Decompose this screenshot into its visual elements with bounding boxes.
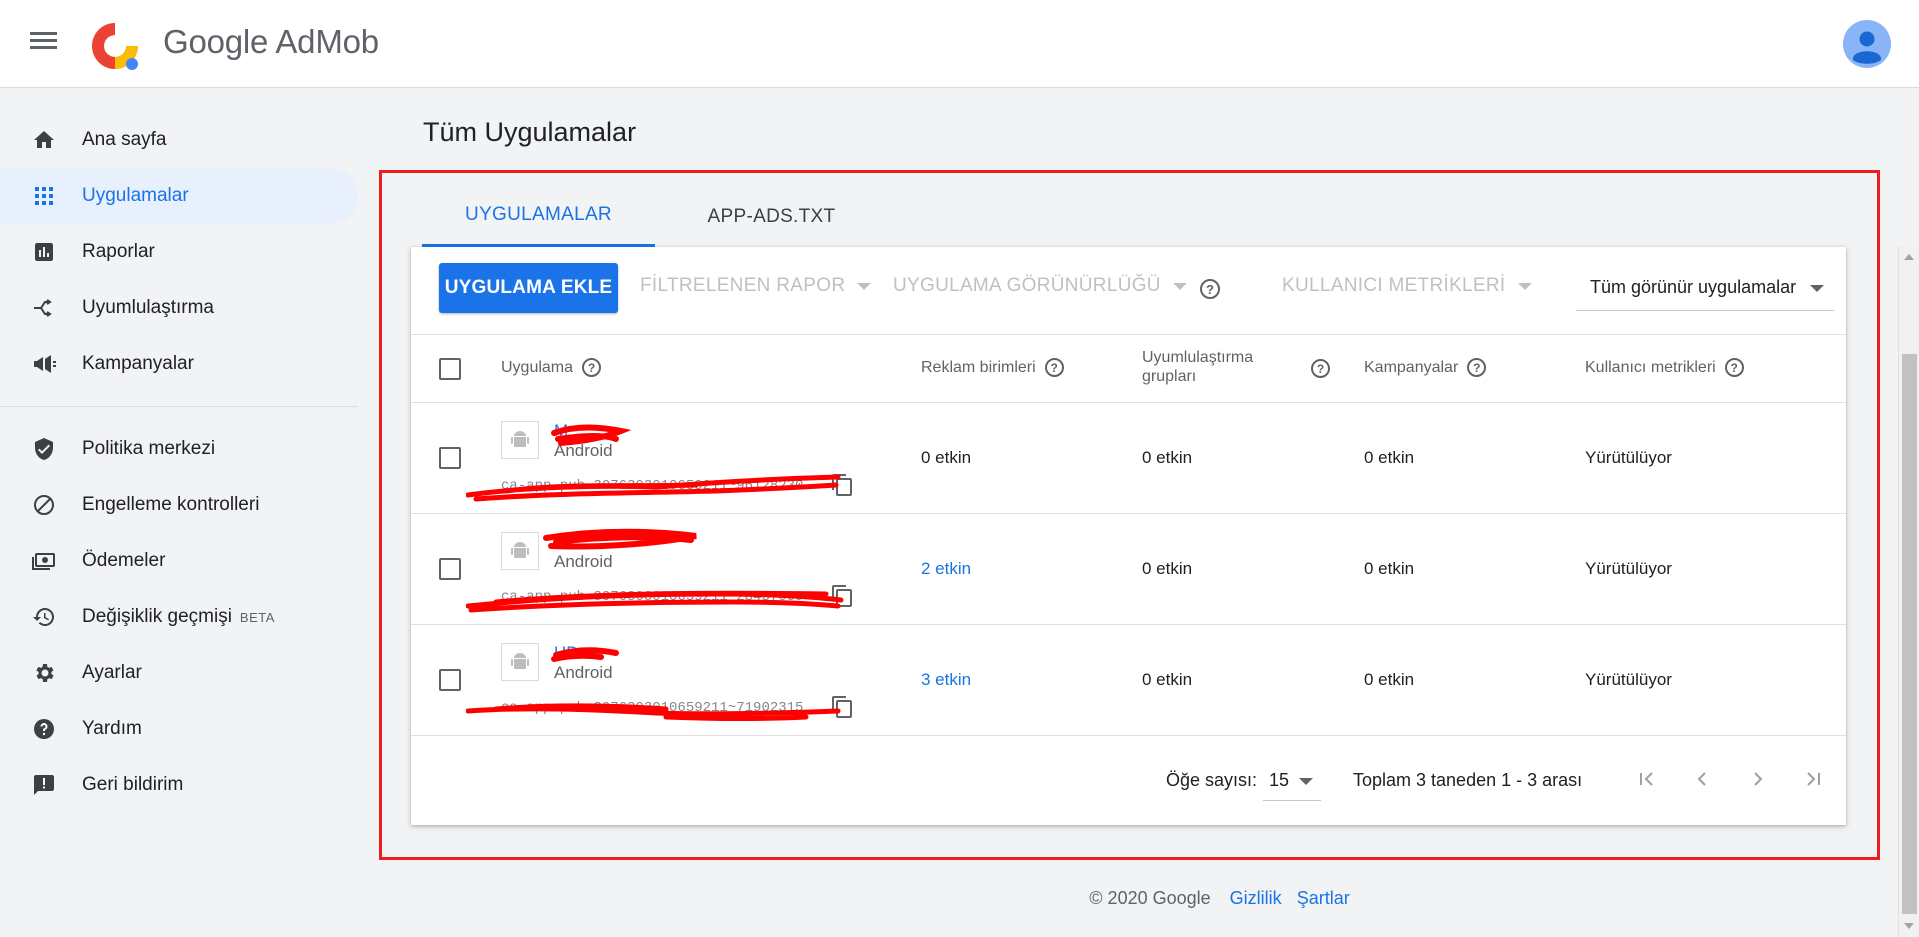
sidebar-item-feedback[interactable]: Geri bildirim bbox=[0, 757, 358, 813]
sidebar-item-reports[interactable]: Raporlar bbox=[0, 224, 358, 280]
scroll-down-arrow-icon[interactable] bbox=[1904, 923, 1914, 929]
highlight-annotation bbox=[379, 170, 1880, 860]
avatar[interactable] bbox=[1843, 20, 1891, 68]
page-footer: © 2020 Google Gizlilik Şartlar bbox=[0, 888, 1919, 909]
sidebar-item-label: Geri bildirim bbox=[82, 774, 184, 795]
product-name: Google AdMob bbox=[163, 23, 379, 60]
sidebar-divider bbox=[0, 406, 358, 407]
sidebar-item-settings[interactable]: Ayarlar bbox=[0, 645, 358, 701]
sidebar-item-label: Kampanyalar bbox=[82, 353, 194, 374]
campaigns-icon bbox=[30, 350, 58, 378]
admob-logo-icon bbox=[92, 23, 138, 70]
page-title: Tüm Uygulamalar bbox=[423, 117, 637, 147]
sidebar-item-blocking-controls[interactable]: Engelleme kontrolleri bbox=[0, 477, 358, 533]
sidebar-item-label: Uyumlulaştırma bbox=[82, 297, 214, 318]
sidebar-item-label: Ana sayfa bbox=[82, 129, 167, 150]
home-icon bbox=[30, 126, 58, 154]
block-icon bbox=[30, 491, 58, 519]
sidebar: Ana sayfa Uygulamalar Raporlar Uyumlulaş… bbox=[0, 89, 360, 813]
sidebar-item-change-history[interactable]: Değişiklik geçmişi BETA bbox=[0, 589, 358, 645]
vertical-scrollbar[interactable] bbox=[1898, 246, 1919, 937]
user-icon bbox=[1843, 20, 1891, 68]
feedback-icon bbox=[30, 771, 58, 799]
menu-icon[interactable] bbox=[26, 28, 62, 60]
sidebar-item-apps[interactable]: Uygulamalar bbox=[0, 168, 358, 224]
sidebar-item-campaigns[interactable]: Kampanyalar bbox=[0, 336, 358, 392]
shield-icon bbox=[30, 435, 58, 463]
scroll-up-arrow-icon[interactable] bbox=[1904, 254, 1914, 260]
sidebar-item-label: Ayarlar bbox=[82, 662, 142, 683]
sidebar-item-home[interactable]: Ana sayfa bbox=[0, 112, 358, 168]
help-icon bbox=[30, 715, 58, 743]
gear-icon bbox=[30, 659, 58, 687]
history-icon bbox=[30, 603, 58, 631]
sidebar-item-label: Ödemeler bbox=[82, 550, 166, 571]
scrollbar-thumb[interactable] bbox=[1902, 354, 1917, 914]
sidebar-item-payments[interactable]: Ödemeler bbox=[0, 533, 358, 589]
apps-icon bbox=[30, 182, 58, 210]
sidebar-item-mediation[interactable]: Uyumlulaştırma bbox=[0, 280, 358, 336]
sidebar-item-label: Politika merkezi bbox=[82, 438, 216, 459]
sidebar-item-label: Engelleme kontrolleri bbox=[82, 494, 260, 515]
sidebar-item-label: Raporlar bbox=[82, 241, 155, 262]
payments-icon bbox=[30, 547, 58, 575]
sidebar-item-policy-center[interactable]: Politika merkezi bbox=[0, 421, 358, 477]
terms-link[interactable]: Şartlar bbox=[1297, 888, 1350, 908]
top-app-bar: Google AdMob bbox=[0, 0, 1919, 88]
sidebar-item-label: Uygulamalar bbox=[82, 185, 189, 206]
reports-icon bbox=[30, 238, 58, 266]
sidebar-item-label: Yardım bbox=[82, 718, 142, 739]
copyright-text: © 2020 Google bbox=[1089, 888, 1211, 908]
beta-badge: BETA bbox=[239, 609, 275, 625]
sidebar-item-label: Değişiklik geçmişi bbox=[82, 606, 232, 627]
mediation-icon bbox=[30, 294, 58, 322]
privacy-link[interactable]: Gizlilik bbox=[1230, 888, 1282, 908]
sidebar-item-help[interactable]: Yardım bbox=[0, 701, 358, 757]
